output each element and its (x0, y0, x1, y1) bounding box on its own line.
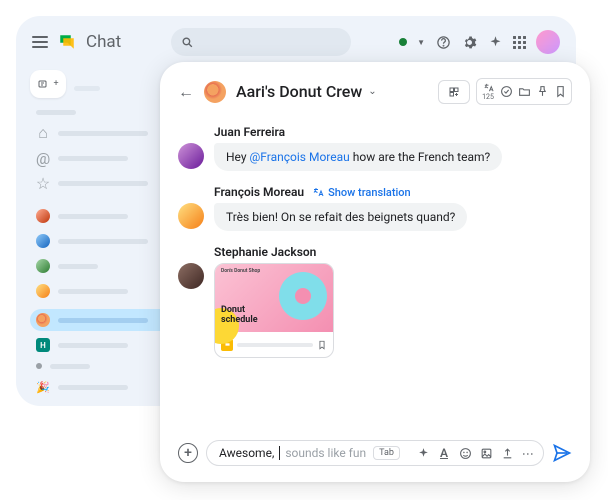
format-text-icon[interactable]: A (437, 446, 451, 460)
space-avatar (204, 81, 226, 103)
message-composer: + Awesome, sounds like fun Tab A ⋮ (178, 440, 572, 466)
avatar-icon (36, 259, 50, 273)
message: Stephanie Jackson Don's Donut Shop Donut… (178, 245, 572, 358)
author-avatar[interactable] (178, 143, 204, 169)
text-cursor (279, 446, 280, 460)
autocomplete-suggestion: sounds like fun (285, 446, 366, 460)
user-avatar[interactable] (536, 30, 560, 54)
author-row: François Moreau Show translation (214, 185, 572, 199)
author-avatar[interactable] (178, 263, 204, 289)
new-chat-button[interactable]: + (30, 70, 66, 98)
sidebar: + ⌂ @ ☆ H 🎉 (30, 70, 180, 401)
mention[interactable]: @François Moreau (250, 150, 350, 164)
dot-icon (36, 363, 42, 369)
sidebar-item[interactable]: @ (30, 147, 180, 169)
sidebar-space[interactable]: H (30, 334, 180, 356)
mention-icon: @ (36, 151, 50, 165)
author-avatar[interactable] (178, 203, 204, 229)
avatar-icon (36, 209, 50, 223)
bookmark-icon[interactable] (553, 85, 567, 99)
task-check-icon[interactable] (499, 85, 513, 99)
message-bubble[interactable]: Hey @François Moreau how are the French … (214, 143, 502, 171)
donut-graphic-icon (279, 272, 327, 320)
avatar-icon (36, 284, 50, 298)
compose-placeholder (74, 86, 100, 91)
tab-hint: Tab (373, 446, 400, 460)
card-thumbnail: Don's Donut Shop Donut schedule (215, 264, 333, 332)
message-list: Juan Ferreira Hey @François Moreau how a… (178, 125, 572, 440)
chevron-down-icon[interactable]: ⌄ (368, 86, 376, 97)
settings-gear-icon[interactable] (461, 34, 477, 50)
donut-avatar-icon (36, 313, 50, 327)
home-icon: ⌂ (36, 126, 50, 140)
message: Juan Ferreira Hey @François Moreau how a… (178, 125, 572, 171)
sidebar-space-selected[interactable] (30, 309, 180, 331)
search-bar[interactable] (171, 28, 351, 56)
help-icon[interactable] (435, 34, 451, 50)
party-icon: 🎉 (36, 380, 50, 394)
author-name: Stephanie Jackson (214, 245, 572, 259)
status-chevron-icon[interactable]: ▼ (417, 38, 425, 47)
sidebar-item[interactable] (30, 106, 180, 119)
bookmark-icon[interactable] (317, 335, 327, 354)
sidebar-dm[interactable] (30, 205, 180, 227)
app-header: Chat ▼ (32, 30, 560, 54)
message-input[interactable]: Awesome, sounds like fun Tab A ⋮ (206, 440, 544, 466)
sidebar-dm[interactable] (30, 280, 180, 302)
add-app-button[interactable] (438, 80, 470, 104)
sidebar-space[interactable]: 🎉 (30, 376, 180, 398)
show-translation-link[interactable]: Show translation (312, 186, 411, 199)
app-plus-icon (447, 85, 461, 99)
send-button[interactable] (552, 443, 572, 463)
sidebar-dm[interactable] (30, 255, 180, 277)
add-attachment-button[interactable]: + (178, 443, 198, 463)
folder-icon[interactable] (517, 85, 531, 99)
apps-grid-icon[interactable] (513, 36, 526, 49)
conversation-panel: ← Aari's Donut Crew ⌄ 125 Juan (160, 62, 590, 482)
pin-icon[interactable] (535, 85, 549, 99)
sidebar-dm[interactable] (30, 230, 180, 252)
more-icon[interactable]: ⋮ (521, 446, 535, 460)
back-arrow-icon[interactable]: ← (178, 82, 194, 102)
image-icon[interactable] (479, 446, 493, 460)
star-icon: ☆ (36, 176, 50, 190)
app-title: Chat (86, 32, 121, 52)
sidebar-item[interactable]: ☆ (30, 172, 180, 194)
space-name[interactable]: Aari's Donut Crew (236, 82, 362, 101)
attachment-card[interactable]: Don's Donut Shop Donut schedule (214, 263, 334, 358)
upload-icon[interactable] (500, 446, 514, 460)
space-letter-icon: H (36, 338, 50, 352)
sparkle-icon[interactable] (416, 446, 430, 460)
status-indicator[interactable] (399, 38, 407, 46)
message-bubble[interactable]: Très bien! On se refait des beignets qua… (214, 203, 467, 231)
message: François Moreau Show translation Très bi… (178, 185, 572, 231)
conversation-header: ← Aari's Donut Crew ⌄ 125 (178, 78, 572, 105)
sidebar-item[interactable]: ⌂ (30, 122, 180, 144)
sparkle-icon[interactable] (487, 34, 503, 50)
menu-icon[interactable] (32, 36, 48, 48)
translate-summary-icon[interactable]: 125 (481, 82, 495, 101)
avatar-icon (36, 234, 50, 248)
author-name: Juan Ferreira (214, 125, 572, 139)
header-actions-group: 125 (476, 78, 572, 105)
chat-logo-icon (58, 33, 76, 51)
sidebar-space[interactable] (30, 359, 180, 373)
card-title: Donut schedule (221, 306, 258, 326)
emoji-icon[interactable] (458, 446, 472, 460)
